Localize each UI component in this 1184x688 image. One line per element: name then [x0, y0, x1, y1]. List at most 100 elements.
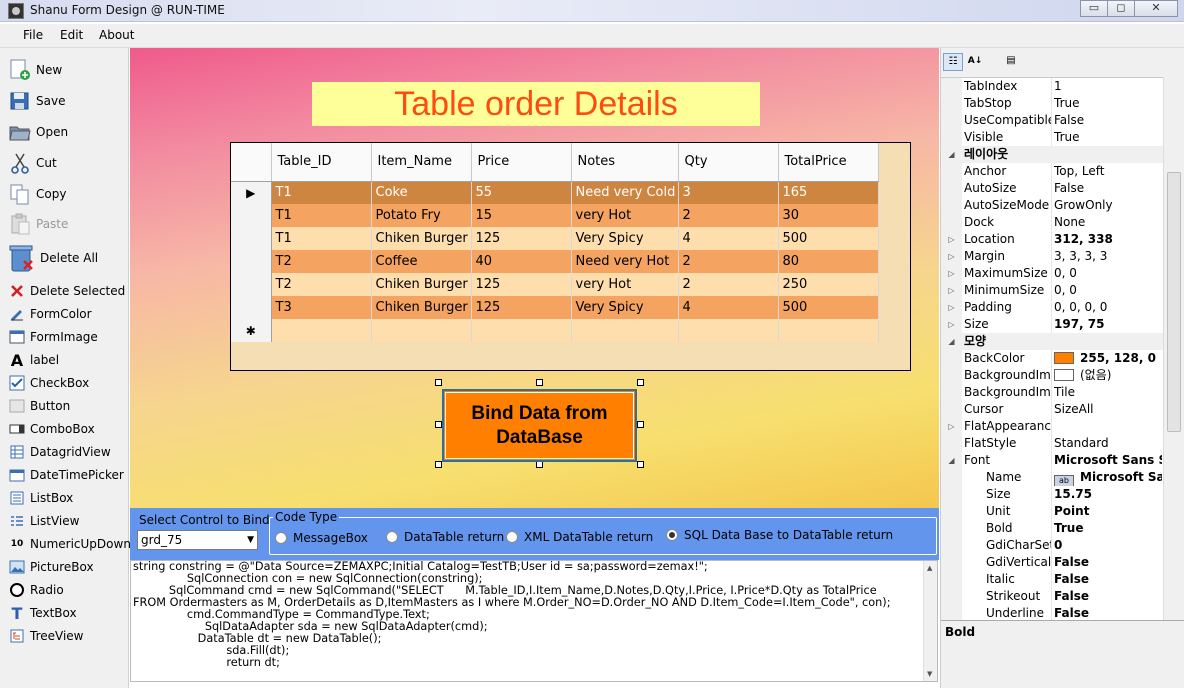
grid-cell[interactable]: 2 [678, 204, 779, 227]
scroll-thumb[interactable] [1167, 172, 1181, 432]
grid-cell[interactable]: Chiken Burger [371, 273, 472, 296]
tool-cut[interactable]: Cut [8, 153, 57, 174]
table-row[interactable]: T1 Chiken Burger 125 Very Spicy 4 500 [231, 227, 879, 250]
property-row[interactable]: Size 15.75 [941, 486, 1163, 503]
grid-cell[interactable]: T2 [271, 273, 372, 296]
property-row[interactable]: Bold True [941, 520, 1163, 537]
tool-delete-selected[interactable]: Delete Selected [8, 281, 125, 301]
row-header[interactable] [231, 250, 272, 273]
property-value[interactable]: Tile [1054, 384, 1162, 401]
tool-combobox[interactable]: ComboBox [8, 419, 95, 439]
property-row[interactable]: AutoSize False [941, 180, 1163, 197]
column-header[interactable]: Table_ID [271, 143, 372, 182]
tool-open[interactable]: Open [8, 122, 68, 142]
expand-icon[interactable]: ▷ [941, 231, 962, 248]
property-row[interactable]: TabIndex 1 [941, 78, 1163, 95]
resize-handle[interactable] [637, 421, 644, 428]
grid-cell[interactable]: Coffee [371, 250, 472, 273]
resize-handle[interactable] [435, 421, 442, 428]
property-category[interactable]: ◢ 레이아웃 [941, 146, 1163, 163]
collapse-icon[interactable]: ◢ [941, 333, 962, 350]
property-row[interactable]: Anchor Top, Left [941, 163, 1163, 180]
tool-save[interactable]: Save [8, 91, 65, 111]
grid-cell[interactable]: T1 [271, 204, 372, 227]
property-row[interactable]: Italic False [941, 571, 1163, 588]
property-row[interactable]: BackColor 255, 128, 0 [941, 350, 1163, 367]
grid-cell[interactable]: Need very Cold [571, 181, 679, 204]
grid-cell[interactable] [571, 319, 679, 342]
property-value[interactable]: False [1054, 588, 1162, 605]
expand-icon[interactable]: ▷ [941, 248, 962, 265]
new-row-marker[interactable]: ✱ [231, 319, 272, 342]
property-row[interactable]: ▷ MinimumSize 0, 0 [941, 282, 1163, 299]
tool-button[interactable]: Button [8, 396, 70, 416]
property-row[interactable]: BackgroundIma Tile [941, 384, 1163, 401]
property-row[interactable]: TabStop True [941, 95, 1163, 112]
control-combobox[interactable]: grd_75 ▼ [137, 530, 258, 550]
grid-cell[interactable] [371, 319, 472, 342]
grid-cell[interactable]: 40 [471, 250, 572, 273]
tool-copy[interactable]: Copy [8, 184, 66, 205]
property-value[interactable]: GrowOnly [1054, 197, 1162, 214]
tool-textbox[interactable]: T TextBox [8, 603, 77, 623]
property-row[interactable]: FlatStyle Standard [941, 435, 1163, 452]
grid-cell[interactable]: 125 [471, 227, 572, 250]
grid-cell[interactable]: Chiken Burger [371, 296, 472, 319]
grid-cell[interactable]: 2 [678, 250, 779, 273]
minimize-button[interactable]: ▭ [1080, 0, 1108, 17]
resize-handle[interactable] [637, 461, 644, 468]
resize-handle[interactable] [637, 379, 644, 386]
tool-treeview[interactable]: TreeView [8, 626, 83, 646]
property-value[interactable]: Microsoft Sans S [1054, 452, 1162, 469]
property-value[interactable]: 0, 0 [1054, 265, 1162, 282]
close-button[interactable]: ✕ [1134, 0, 1178, 17]
property-value[interactable]: 3, 3, 3, 3 [1054, 248, 1162, 265]
property-pages-icon[interactable]: ▤ [1001, 53, 1021, 71]
collapse-icon[interactable]: ◢ [941, 452, 962, 469]
property-row[interactable]: ▷ Location 312, 338 [941, 231, 1163, 248]
grid-cell[interactable]: T1 [271, 227, 372, 250]
alphabetical-sort-icon[interactable]: A↓ [965, 53, 985, 71]
grid-cell[interactable] [778, 319, 879, 342]
grid-cell[interactable]: Need very Hot [571, 250, 679, 273]
grid-cell[interactable]: T2 [271, 250, 372, 273]
order-data-grid[interactable]: Table_ID Item_Name Price Notes Qty Total… [230, 142, 911, 371]
property-value[interactable]: 1 [1054, 78, 1162, 95]
column-header[interactable]: Item_Name [371, 143, 472, 182]
table-row[interactable]: T2 Chiken Burger 125 very Hot 2 250 [231, 273, 879, 296]
resize-handle[interactable] [435, 461, 442, 468]
property-row[interactable]: Strikeout False [941, 588, 1163, 605]
property-value[interactable]: 197, 75 [1054, 316, 1162, 333]
grid-cell[interactable]: 55 [471, 181, 572, 204]
property-value[interactable]: 255, 128, 0 [1054, 350, 1162, 367]
property-value[interactable]: True [1054, 129, 1162, 146]
bind-data-button[interactable]: Bind Data from DataBase [442, 389, 637, 462]
expand-icon[interactable]: ▷ [941, 418, 962, 435]
grid-cell[interactable]: very Hot [571, 204, 679, 227]
code-scrollbar[interactable]: ▲ ▼ [923, 561, 937, 681]
property-value[interactable]: (없음) [1054, 367, 1162, 384]
categorized-icon[interactable]: ☷ [943, 53, 963, 71]
grid-cell[interactable]: 2 [678, 273, 779, 296]
property-value[interactable]: 312, 338 [1054, 231, 1162, 248]
collapse-icon[interactable]: ◢ [941, 146, 962, 163]
property-value[interactable]: False [1054, 112, 1162, 129]
radio-xml-datatable-return[interactable]: XML DataTable return [506, 530, 653, 544]
property-row[interactable]: ▷ Size 197, 75 [941, 316, 1163, 333]
grid-cell[interactable]: T3 [271, 296, 372, 319]
expand-icon[interactable]: ▷ [941, 265, 962, 282]
table-row[interactable]: T3 Chiken Burger 125 Very Spicy 4 500 [231, 296, 879, 319]
property-category[interactable]: ◢ 모양 [941, 333, 1163, 350]
tool-datagridview[interactable]: DatagridView [8, 442, 111, 462]
new-row[interactable]: ✱ [231, 319, 879, 342]
tool-checkbox[interactable]: CheckBox [8, 373, 89, 393]
row-header[interactable] [231, 273, 272, 296]
property-scrollbar[interactable] [1163, 77, 1184, 667]
tool-paste[interactable]: Paste [8, 213, 68, 235]
property-value[interactable]: False [1054, 180, 1162, 197]
property-value[interactable]: None [1054, 214, 1162, 231]
property-row[interactable]: ▷ FlatAppearance [941, 418, 1163, 435]
property-value[interactable]: False [1054, 571, 1162, 588]
grid-cell[interactable]: Very Spicy [571, 296, 679, 319]
column-header[interactable]: Price [471, 143, 572, 182]
